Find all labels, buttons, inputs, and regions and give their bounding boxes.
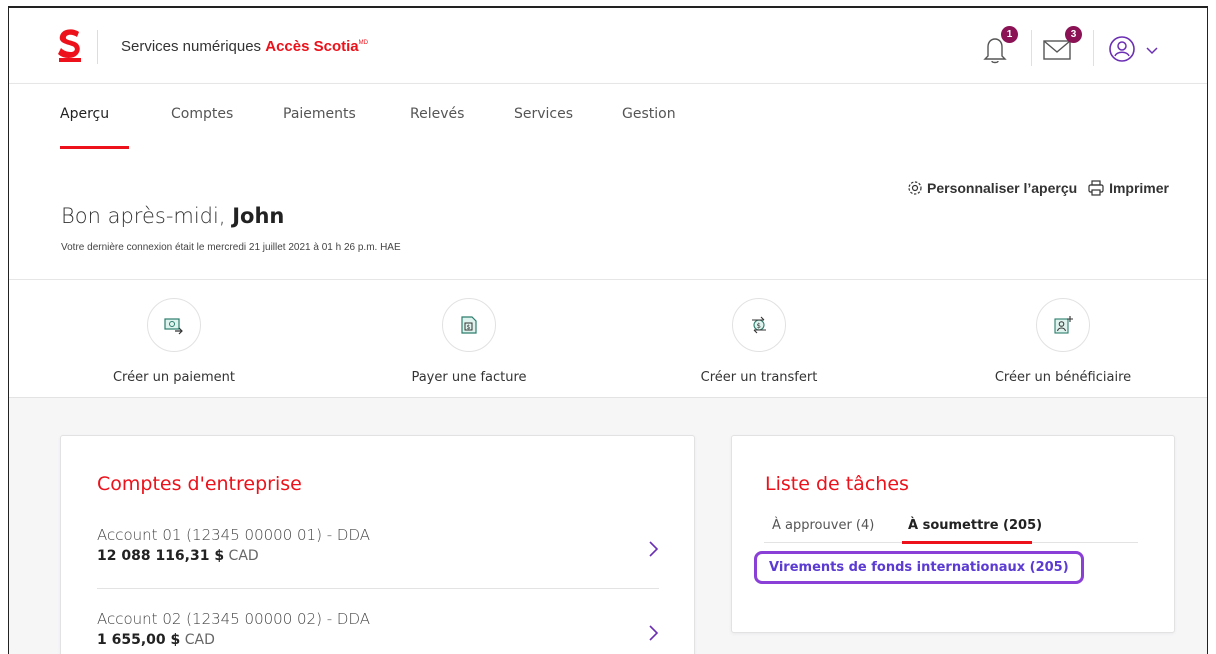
account-balance-amount: 1 655,00 $ xyxy=(97,632,181,648)
print-label: Imprimer xyxy=(1109,180,1169,196)
payment-icon xyxy=(164,318,183,335)
transfer-icon: $ xyxy=(752,316,766,334)
create-payment-icon-circle xyxy=(147,298,201,352)
international-transfers-link[interactable]: Virements de fonds internationaux (205) xyxy=(754,551,1084,584)
quick-actions-bar: Créer un paiement $ Payer une facture $ xyxy=(9,280,1207,398)
brand-prefix: Services numériques xyxy=(121,38,266,55)
greeting-title: Bon après-midi, John xyxy=(61,204,284,228)
chevron-down-icon xyxy=(1146,47,1158,55)
greeting-panel: Personnaliser l’aperçu Imprimer Bon aprè… xyxy=(9,150,1207,280)
add-payee-icon xyxy=(1054,316,1073,334)
business-accounts-title: Comptes d'entreprise xyxy=(97,473,302,495)
notifications-button[interactable]: 1 xyxy=(977,26,1018,68)
create-payment-action[interactable]: Créer un paiement xyxy=(74,298,274,385)
account-name: Account 02 (12345 00000 02) - DDA xyxy=(97,610,370,628)
brand-name: Accès Scotia xyxy=(265,38,359,55)
last-login-text: Votre dernière connexion était le mercre… xyxy=(61,242,401,253)
bill-icon: $ xyxy=(461,316,477,334)
app-title: Services numériques Accès ScotiaMD xyxy=(121,38,368,55)
chevron-right-icon[interactable] xyxy=(647,540,659,558)
header-separator xyxy=(1093,30,1094,66)
task-list-card: Liste de tâches À approuver (4) À soumet… xyxy=(731,435,1175,633)
pay-bill-action[interactable]: $ Payer une facture xyxy=(369,298,569,385)
pay-bill-icon-circle: $ xyxy=(442,298,496,352)
nav-tab-gestion[interactable]: Gestion xyxy=(622,106,676,122)
app-window: Services numériques Accès ScotiaMD 1 3 A… xyxy=(8,6,1208,654)
nav-tab-services[interactable]: Services xyxy=(514,106,573,122)
active-tab-indicator xyxy=(60,146,129,149)
notifications-badge: 1 xyxy=(1001,26,1018,43)
task-list-title: Liste de tâches xyxy=(765,473,909,495)
chevron-right-icon[interactable] xyxy=(647,624,659,642)
scotiabank-logo[interactable] xyxy=(57,28,83,62)
tab-to-approve[interactable]: À approuver (4) xyxy=(772,518,874,533)
messages-button[interactable]: 3 xyxy=(1039,26,1082,68)
account-balance-amount: 12 088 116,31 $ xyxy=(97,548,225,564)
nav-tab-comptes[interactable]: Comptes xyxy=(171,106,233,122)
main-nav: Aperçu Comptes Paiements Relevés Service… xyxy=(9,84,1207,150)
svg-text:$: $ xyxy=(467,324,471,331)
profile-menu-button[interactable] xyxy=(1105,28,1171,68)
top-bar: Services numériques Accès ScotiaMD 1 3 xyxy=(9,8,1207,84)
customize-overview-label: Personnaliser l’aperçu xyxy=(927,180,1078,196)
account-balance: 12 088 116,31 $ CAD xyxy=(97,548,659,564)
account-divider xyxy=(97,588,659,589)
create-transfer-action[interactable]: $ Créer un transfert xyxy=(659,298,859,385)
active-tab-indicator xyxy=(902,541,1032,544)
overview-actions: Personnaliser l’aperçu Imprimer xyxy=(901,180,1169,199)
tab-to-submit[interactable]: À soumettre (205) xyxy=(908,518,1042,533)
nav-tab-apercu[interactable]: Aperçu xyxy=(60,106,109,122)
user-icon xyxy=(1109,36,1135,62)
create-payee-label: Créer un bénéficiaire xyxy=(994,370,1132,385)
nav-tab-paiements[interactable]: Paiements xyxy=(283,106,356,122)
create-transfer-label: Créer un transfert xyxy=(700,370,818,385)
gear-icon xyxy=(907,180,923,199)
user-name: John xyxy=(232,204,285,228)
account-currency: CAD xyxy=(184,632,215,648)
print-link[interactable]: Imprimer xyxy=(1087,180,1169,196)
create-payee-action[interactable]: Créer un bénéficiaire xyxy=(963,298,1163,385)
account-row[interactable]: Account 01 (12345 00000 01) - DDA 12 088… xyxy=(97,526,659,564)
create-payee-icon-circle xyxy=(1036,298,1090,352)
brand-mark: MD xyxy=(358,40,368,46)
create-transfer-icon-circle: $ xyxy=(732,298,786,352)
business-accounts-card: Comptes d'entreprise Account 01 (12345 0… xyxy=(60,435,695,654)
header-separator xyxy=(1031,30,1032,66)
greeting-prefix: Bon après-midi, xyxy=(61,204,233,228)
svg-text:$: $ xyxy=(757,322,761,330)
account-balance: 1 655,00 $ CAD xyxy=(97,632,659,648)
messages-badge: 3 xyxy=(1065,26,1082,43)
customize-overview-link[interactable]: Personnaliser l’aperçu xyxy=(907,180,1081,196)
account-row[interactable]: Account 02 (12345 00000 02) - DDA 1 655,… xyxy=(97,610,659,648)
account-name: Account 01 (12345 00000 01) - DDA xyxy=(97,526,370,544)
printer-icon xyxy=(1087,180,1105,199)
create-payment-label: Créer un paiement xyxy=(112,370,236,385)
logo-divider xyxy=(97,30,98,64)
nav-tab-releves[interactable]: Relevés xyxy=(410,106,464,122)
account-currency: CAD xyxy=(228,548,259,564)
pay-bill-label: Payer une facture xyxy=(411,370,527,385)
